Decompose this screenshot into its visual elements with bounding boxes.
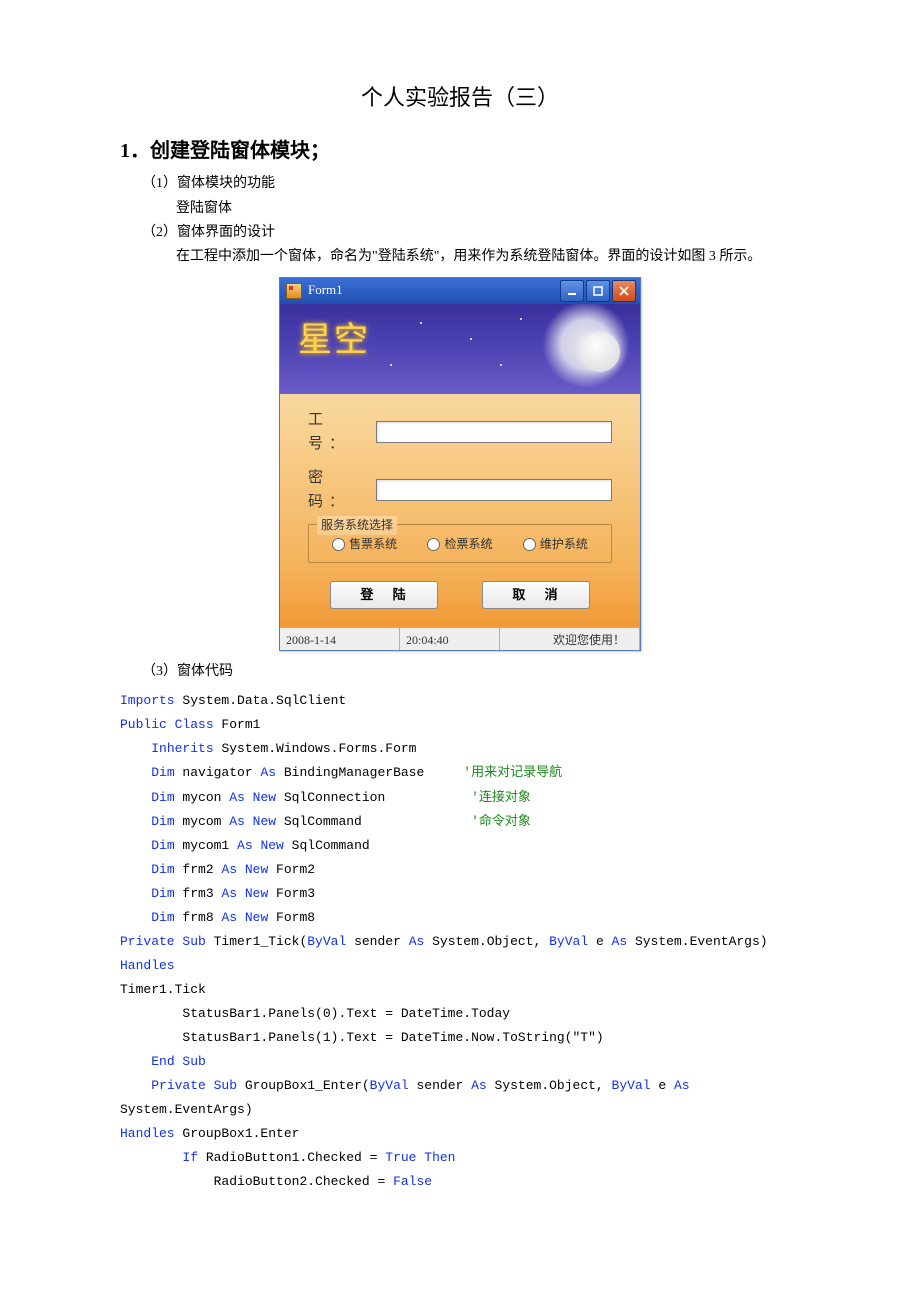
radio-shoupiao[interactable]: 售票系统 (332, 535, 397, 554)
radio-icon (523, 538, 536, 551)
status-date: 2008-1-14 (280, 628, 400, 650)
groupbox-legend: 服务系统选择 (317, 516, 397, 535)
radio-weihu[interactable]: 维护系统 (523, 535, 588, 554)
form-body: 工 号： 密 码： 服务系统选择 售票系统 检票系统 维护系统 (280, 394, 640, 565)
close-button[interactable] (612, 280, 636, 302)
statusbar: 2008-1-14 20:04:40 欢迎您使用！ (280, 627, 640, 650)
button-row: 登 陆 取 消 (280, 565, 640, 627)
sub-3: （3）窗体代码 (142, 661, 800, 683)
doc-title: 个人实验报告（三） (120, 80, 800, 115)
banner: 星空 (280, 304, 640, 394)
radio-label: 检票系统 (444, 535, 492, 554)
section-1-heading: 1．创建登陆窗体模块； (120, 135, 800, 167)
sub-2-body: 在工程中添加一个窗体，命名为"登陆系统"，用来作为系统登陆窗体。界面的设计如图 … (176, 246, 800, 268)
sub-1: （1）窗体模块的功能 (142, 173, 800, 195)
code-block: Imports System.Data.SqlClient Public Cla… (120, 689, 800, 1194)
cancel-button[interactable]: 取 消 (482, 581, 590, 609)
banner-logo: 星空 (298, 314, 370, 368)
radio-jianpiao[interactable]: 检票系统 (427, 535, 492, 554)
maximize-button[interactable] (586, 280, 610, 302)
radio-label: 售票系统 (349, 535, 397, 554)
radio-icon (427, 538, 440, 551)
form-icon (286, 283, 302, 299)
radio-icon (332, 538, 345, 551)
label-mima: 密 码： (308, 466, 376, 514)
field-row-gonghao: 工 号： (308, 408, 612, 456)
minimize-button[interactable] (560, 280, 584, 302)
field-row-mima: 密 码： (308, 466, 612, 514)
sub-2: （2）窗体界面的设计 (142, 222, 800, 244)
status-welcome: 欢迎您使用！ (500, 628, 640, 650)
login-form-window: Form1 星空 工 号： 密 码： 服务系统选择 (279, 277, 641, 651)
sub-1-body: 登陆窗体 (176, 198, 800, 220)
input-gonghao[interactable] (376, 421, 612, 443)
service-groupbox: 服务系统选择 售票系统 检票系统 维护系统 (308, 524, 612, 563)
input-mima[interactable] (376, 479, 612, 501)
status-time: 20:04:40 (400, 628, 500, 650)
radio-label: 维护系统 (540, 535, 588, 554)
window-titlebar: Form1 (280, 278, 640, 304)
login-button[interactable]: 登 陆 (330, 581, 438, 609)
moon-icon (580, 332, 620, 372)
label-gonghao: 工 号： (308, 408, 376, 456)
window-title: Form1 (308, 280, 343, 301)
